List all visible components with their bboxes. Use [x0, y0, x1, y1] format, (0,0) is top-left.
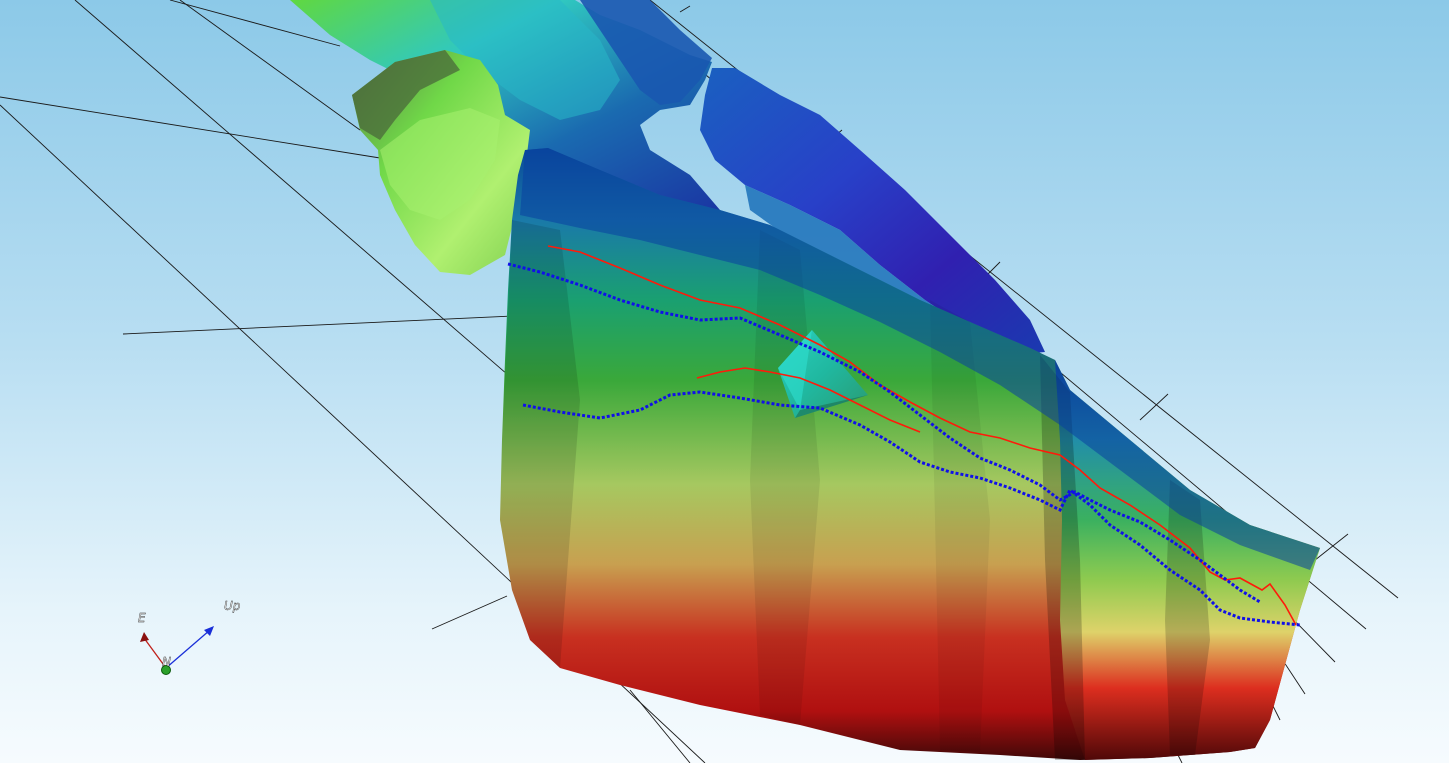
grid-line — [122, 315, 513, 335]
east-arrow-icon — [140, 632, 149, 642]
grid-line — [1177, 754, 1183, 763]
north-axis-label: N — [162, 655, 171, 669]
grid-line — [431, 595, 508, 630]
grid-line — [679, 5, 691, 13]
up-axis-line — [165, 629, 211, 669]
grid-line — [1139, 393, 1169, 421]
grid-line — [629, 689, 691, 763]
east-axis-label: E — [138, 611, 146, 625]
up-axis-label: Up — [224, 599, 241, 613]
grid-line — [0, 96, 381, 159]
3d-viewport[interactable]: E Up N — [0, 0, 1449, 763]
orientation-axes-triad: E Up N — [138, 599, 241, 675]
